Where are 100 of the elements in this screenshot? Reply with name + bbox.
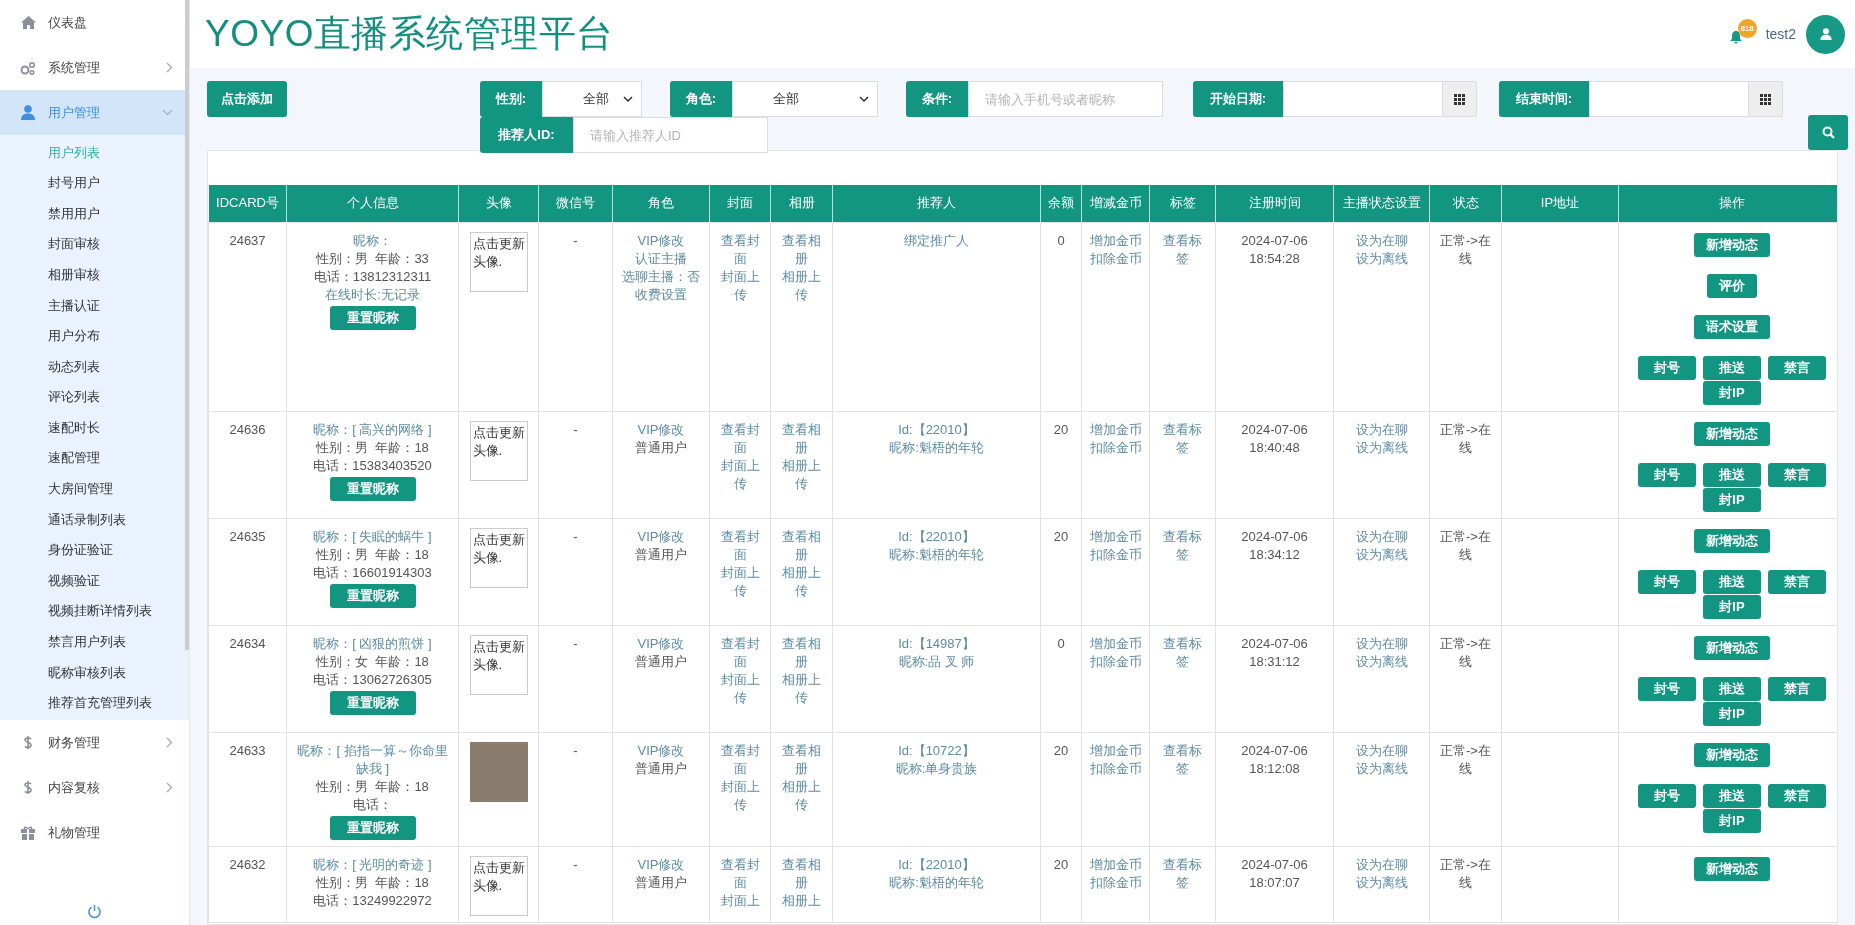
- reset-nickname-button[interactable]: 重置昵称: [329, 690, 416, 715]
- action-button[interactable]: 封号: [1638, 355, 1696, 380]
- nickname-link[interactable]: 昵称：[ 失眠的蜗牛 ]: [297, 527, 448, 546]
- coin-link[interactable]: 扣除金币: [1088, 873, 1143, 892]
- submenu-item[interactable]: 视频挂断详情列表: [0, 595, 189, 627]
- anchor-status-link[interactable]: 设为在聊: [1340, 855, 1423, 874]
- coin-link[interactable]: 扣除金币: [1088, 249, 1143, 268]
- cover-link[interactable]: 封面上传: [716, 456, 764, 493]
- bell-icon[interactable]: [1729, 31, 1742, 44]
- action-button[interactable]: 封IP: [1703, 487, 1761, 512]
- action-button[interactable]: 禁言: [1768, 676, 1826, 701]
- reset-nickname-button[interactable]: 重置昵称: [329, 476, 416, 501]
- anchor-status-link[interactable]: 设为离线: [1340, 652, 1423, 671]
- nickname-link[interactable]: 昵称：[ 高兴的网络 ]: [297, 420, 448, 439]
- album-link[interactable]: 查看相册: [777, 741, 826, 778]
- submenu-item[interactable]: 大房间管理: [0, 473, 189, 505]
- action-button[interactable]: 新增动态: [1694, 528, 1770, 553]
- calendar-button[interactable]: [1749, 81, 1783, 117]
- album-link[interactable]: 查看相册: [777, 634, 826, 671]
- referrer-link[interactable]: 昵称:魁梧的年轮: [839, 438, 1034, 457]
- album-link[interactable]: 相册上传: [777, 777, 826, 814]
- action-button[interactable]: 新增动态: [1694, 421, 1770, 446]
- search-button[interactable]: [1808, 115, 1848, 150]
- date-field[interactable]: [1589, 81, 1749, 117]
- anchor-status-link[interactable]: 设为在聊: [1340, 527, 1423, 546]
- submenu-item[interactable]: 主播认证: [0, 289, 189, 321]
- submenu-item[interactable]: 动态列表: [0, 351, 189, 382]
- nickname-link[interactable]: 昵称：[ 凶狠的煎饼 ]: [297, 634, 448, 653]
- action-button[interactable]: 封号: [1638, 569, 1696, 594]
- submenu-item[interactable]: 禁用用户: [0, 198, 189, 229]
- album-link[interactable]: 相册上传: [777, 456, 826, 493]
- select-field[interactable]: 全部: [732, 81, 878, 117]
- input-field[interactable]: 请输入手机号或者昵称: [968, 81, 1163, 117]
- submenu-item[interactable]: 封号用户: [0, 167, 189, 199]
- role-link[interactable]: VIP修改: [619, 231, 703, 250]
- action-button[interactable]: 新增动态: [1694, 635, 1770, 660]
- role-link[interactable]: VIP修改: [619, 741, 703, 760]
- action-button[interactable]: 封号: [1638, 676, 1696, 701]
- action-button[interactable]: 封IP: [1703, 701, 1761, 726]
- role-link[interactable]: VIP修改: [619, 855, 703, 874]
- role-link[interactable]: 选聊主播：否: [619, 267, 703, 286]
- submenu-item[interactable]: 用户分布: [0, 320, 189, 352]
- role-link[interactable]: VIP修改: [619, 420, 703, 439]
- input-field[interactable]: 请输入推荐人ID: [573, 117, 768, 153]
- anchor-status-link[interactable]: 设为离线: [1340, 438, 1423, 457]
- referrer-link[interactable]: Id:【22010】: [839, 420, 1034, 439]
- online-time-link[interactable]: 在线时长:无记录: [297, 285, 448, 304]
- coin-link[interactable]: 增加金币: [1088, 527, 1143, 546]
- anchor-status-link[interactable]: 设为在聊: [1340, 231, 1423, 250]
- broken-image[interactable]: 点击更新头像.: [469, 231, 528, 292]
- anchor-status-link[interactable]: 设为离线: [1340, 545, 1423, 564]
- broken-image[interactable]: 点击更新头像.: [469, 855, 528, 916]
- submenu-item[interactable]: 身份证验证: [0, 534, 189, 566]
- action-button[interactable]: 推送: [1703, 569, 1761, 594]
- broken-image[interactable]: 点击更新头像.: [469, 634, 528, 695]
- referrer-link[interactable]: 绑定推广人: [839, 231, 1034, 250]
- tag-link[interactable]: 查看标签: [1159, 231, 1206, 268]
- action-button[interactable]: 推送: [1703, 783, 1761, 808]
- referrer-link[interactable]: Id:【10722】: [839, 741, 1034, 760]
- submenu-item[interactable]: 通话录制列表: [0, 504, 189, 535]
- cover-link[interactable]: 查看封面: [716, 420, 764, 457]
- anchor-status-link[interactable]: 设为在聊: [1340, 420, 1423, 439]
- coin-link[interactable]: 增加金币: [1088, 231, 1143, 250]
- cover-link[interactable]: 封面上传: [716, 267, 764, 304]
- submenu-item[interactable]: 视频验证: [0, 565, 189, 596]
- cover-link[interactable]: 查看封面: [716, 741, 764, 778]
- power-icon[interactable]: [87, 904, 102, 919]
- submenu-item[interactable]: 昵称审核列表: [0, 657, 189, 688]
- role-link[interactable]: 收费设置: [619, 285, 703, 304]
- coin-link[interactable]: 增加金币: [1088, 634, 1143, 653]
- album-link[interactable]: 相册上传: [777, 267, 826, 304]
- submenu-item[interactable]: 评论列表: [0, 381, 189, 413]
- nickname-link[interactable]: 昵称：[ 光明的奇迹 ]: [297, 855, 448, 874]
- action-button[interactable]: 新增动态: [1694, 232, 1770, 257]
- anchor-status-link[interactable]: 设为离线: [1340, 873, 1423, 892]
- referrer-link[interactable]: 昵称:魁梧的年轮: [839, 545, 1034, 564]
- cover-link[interactable]: 封面上传: [716, 563, 764, 600]
- anchor-status-link[interactable]: 设为在聊: [1340, 741, 1423, 760]
- cover-link[interactable]: 封面上: [716, 891, 764, 910]
- referrer-link[interactable]: 昵称:单身贵族: [839, 759, 1034, 778]
- album-link[interactable]: 相册上: [777, 891, 826, 910]
- select-field[interactable]: 全部: [542, 81, 642, 117]
- anchor-status-link[interactable]: 设为在聊: [1340, 634, 1423, 653]
- action-button[interactable]: 新增动态: [1694, 742, 1770, 767]
- coin-link[interactable]: 增加金币: [1088, 420, 1143, 439]
- cover-link[interactable]: 查看封面: [716, 634, 764, 671]
- referrer-link[interactable]: Id:【22010】: [839, 855, 1034, 874]
- submenu-item[interactable]: 禁言用户列表: [0, 626, 189, 658]
- submenu-item[interactable]: 速配时长: [0, 412, 189, 443]
- referrer-link[interactable]: Id:【22010】: [839, 527, 1034, 546]
- date-field[interactable]: [1283, 81, 1443, 117]
- coin-link[interactable]: 扣除金币: [1088, 438, 1143, 457]
- coin-link[interactable]: 增加金币: [1088, 855, 1143, 874]
- album-link[interactable]: 查看相册: [777, 855, 826, 892]
- submenu-item[interactable]: 速配管理: [0, 442, 189, 474]
- cover-link[interactable]: 查看封面: [716, 527, 764, 564]
- broken-image[interactable]: 点击更新头像.: [469, 527, 528, 588]
- action-button[interactable]: 推送: [1703, 462, 1761, 487]
- action-button[interactable]: 禁言: [1768, 783, 1826, 808]
- reset-nickname-button[interactable]: 重置昵称: [329, 305, 416, 330]
